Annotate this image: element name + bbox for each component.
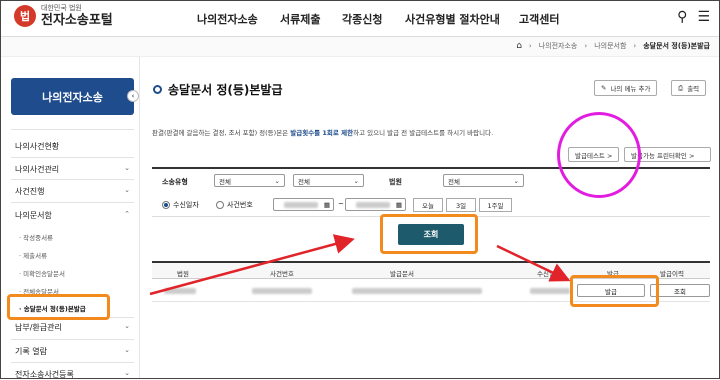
- sidebar-subitem[interactable]: · 미확인송달문서: [19, 268, 65, 278]
- sidebar-item-record-view[interactable]: 기록 열람 ⌄: [15, 346, 130, 357]
- logo-subtitle: 대한민국 법원: [41, 4, 82, 12]
- issue-button[interactable]: 발급: [577, 284, 645, 297]
- table-row: 발급 조회: [152, 280, 710, 302]
- site-logo[interactable]: 법 대한민국 법원 전자소송포털: [14, 5, 113, 27]
- sidebar-subitem[interactable]: · 제출서류: [19, 250, 47, 260]
- nav-document-submit[interactable]: 서류제출: [280, 11, 320, 27]
- search-icon[interactable]: ⚲: [677, 9, 687, 25]
- three-days-button[interactable]: 3일: [446, 198, 476, 212]
- breadcrumb: ⌂ › 나의전자소송 › 나의문서함 › 송달문서 정(등)본발급: [516, 41, 710, 51]
- logo-title: 전자소송포털: [41, 13, 113, 28]
- radio-case-number[interactable]: 사건번호: [216, 200, 253, 210]
- sidebar-item-payment[interactable]: 납부/환급관리 ⌄: [15, 322, 130, 333]
- chevron-down-icon: ⌄: [274, 176, 280, 185]
- sidebar-item-case-manage[interactable]: 나의사건관리 ⌄: [15, 164, 130, 175]
- court-label: 법원: [389, 178, 402, 186]
- home-icon[interactable]: ⌂: [516, 41, 522, 51]
- court-emblem-icon: 법: [14, 5, 36, 27]
- page-title: 송달문서 정(등)본발급: [153, 81, 283, 98]
- sidebar: 나의전자소송 ‹ 나의사건현황 나의사건관리 ⌄ 사건진행 ⌄ 나의문서함 ⌃ · 작…: [0, 57, 140, 379]
- chevron-down-icon: ⌄: [124, 346, 130, 354]
- search-button[interactable]: 조회: [398, 224, 464, 245]
- case-type-select[interactable]: 전체 ⌄: [214, 174, 285, 187]
- chevron-down-icon: ⌄: [513, 176, 519, 185]
- edit-icon: ✎: [601, 84, 607, 92]
- history-view-button[interactable]: 조회: [650, 284, 710, 297]
- chevron-up-icon: ⌃: [124, 210, 130, 218]
- case-type-label: 소송유형: [162, 178, 188, 186]
- sidebar-item-case-status[interactable]: 나의사건현황: [15, 141, 130, 152]
- case-subtype-select[interactable]: 전체 ⌄: [293, 174, 364, 187]
- issue-test-button[interactable]: 발급테스트 >: [568, 147, 620, 162]
- table-header: 법원 사건번호 발급문서 수신일자 발급 발급이력: [152, 261, 710, 279]
- breadcrumb-bar: ⌂ › 나의전자소송 › 나의문서함 › 송달문서 정(등)본발급: [0, 37, 720, 57]
- start-date-input[interactable]: ▦: [273, 198, 334, 211]
- sidebar-item-case-progress[interactable]: 사건진행 ⌄: [15, 186, 130, 197]
- nav-procedure-guide[interactable]: 사건유형별 절차안내: [405, 11, 500, 27]
- sidebar-item-my-documents[interactable]: 나의문서함 ⌃: [15, 210, 130, 221]
- nav-customer-center[interactable]: 고객센터: [519, 11, 559, 27]
- sidebar-subitem[interactable]: · 작성중서류: [19, 232, 53, 242]
- breadcrumb-current: 송달문서 정(등)본발급: [643, 42, 710, 50]
- calendar-icon: ▦: [323, 200, 330, 209]
- sidebar-subitem[interactable]: · 전체송달문서: [19, 286, 59, 296]
- court-select[interactable]: 전체 ⌄: [443, 174, 524, 187]
- sidebar-subitem-active[interactable]: · 송달문서 정(등)본발급: [19, 303, 86, 313]
- chevron-down-icon: ⌄: [124, 186, 130, 194]
- add-my-menu-button[interactable]: ✎ 나의 메뉴 추가: [594, 80, 658, 96]
- one-week-button[interactable]: 1주일: [479, 198, 512, 212]
- breadcrumb-item[interactable]: 나의문서함: [594, 41, 626, 51]
- printer-icon: ⎙: [678, 83, 684, 92]
- site-header: 법 대한민국 법원 전자소송포털 나의전자소송 서류제출 각종신청 사건유형별 …: [0, 0, 720, 37]
- print-button[interactable]: ⎙ 출력: [671, 80, 707, 96]
- chevron-down-icon: ⌄: [124, 322, 130, 330]
- chevron-down-icon: ⌄: [124, 369, 130, 377]
- sidebar-collapse-icon[interactable]: ‹: [127, 90, 139, 102]
- sidebar-title: 나의전자소송 ‹: [11, 78, 139, 115]
- end-date-input[interactable]: ▦: [345, 198, 406, 211]
- nav-applications[interactable]: 각종신청: [342, 11, 382, 27]
- page-description: 판결(판결에 갈음하는 결정, 조서 포함) 정(등)본은 발급횟수를 1회로 …: [152, 129, 494, 137]
- chevron-down-icon: ⌄: [353, 176, 359, 185]
- nav-my-esoSong[interactable]: 나의전자소송: [197, 11, 258, 27]
- printer-check-button[interactable]: 발급가능 프린터확인 >: [624, 147, 711, 162]
- breadcrumb-item[interactable]: 나의전자소송: [539, 41, 578, 51]
- today-button[interactable]: 오늘: [413, 198, 443, 212]
- calendar-icon: ▦: [395, 200, 402, 209]
- chevron-down-icon: ⌄: [124, 164, 130, 172]
- hamburger-icon[interactable]: ☰: [697, 9, 710, 25]
- radio-received-date[interactable]: 수신일자: [162, 200, 199, 210]
- sidebar-item-case-register[interactable]: 전자소송사건등록 ⌄: [15, 369, 130, 380]
- title-bullet-icon: [153, 85, 162, 94]
